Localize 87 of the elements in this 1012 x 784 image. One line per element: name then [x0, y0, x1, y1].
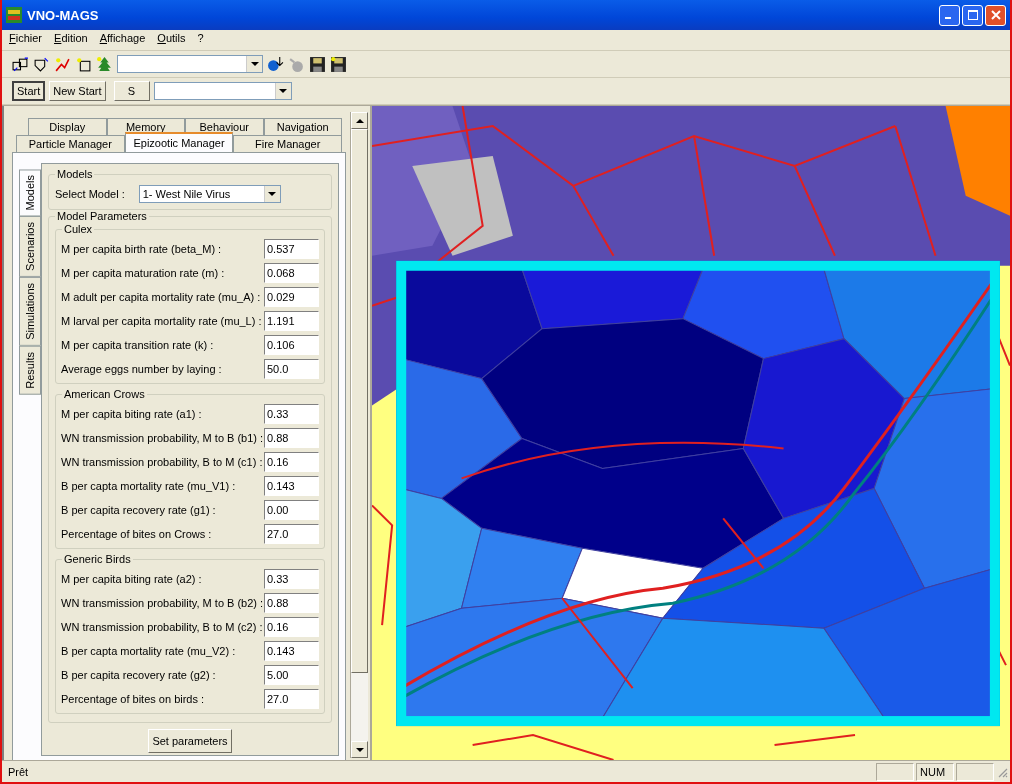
minimize-icon [945, 17, 951, 19]
parameter-input[interactable]: 0.16 [264, 617, 319, 637]
scroll-thumb[interactable] [351, 129, 368, 674]
run-combo-box[interactable] [153, 82, 292, 100]
tab[interactable]: Particle Manager [16, 135, 125, 152]
scroll-up-icon[interactable] [351, 112, 368, 129]
parameter-label: M per capita biting rate (a1) : [61, 408, 202, 420]
tab[interactable]: Fire Manager [233, 135, 342, 152]
group-title: Models [55, 168, 95, 180]
parameter-label: M per capita biting rate (a2) : [61, 573, 202, 585]
parameter-label: B per capita recovery rate (g2) : [61, 669, 216, 681]
parameter-input[interactable]: 0.33 [264, 404, 319, 424]
status-panel [876, 762, 914, 781]
status-text: Prêt [8, 765, 29, 778]
parameter-input[interactable]: 0.068 [264, 263, 319, 283]
maximize-button[interactable] [962, 4, 983, 26]
menu-item[interactable]: Outils [157, 32, 186, 50]
side-tab[interactable]: Scenarios [19, 216, 41, 278]
set-parameters-button[interactable]: Set parameters [148, 729, 232, 753]
group-title: Culex [62, 223, 95, 235]
parameter-input[interactable]: 0.029 [264, 287, 319, 307]
close-icon [990, 10, 1001, 20]
parameter-input[interactable]: 0.106 [264, 335, 319, 355]
parameter-input[interactable]: 0.537 [264, 239, 319, 259]
side-tab[interactable]: Models [19, 169, 41, 217]
parameter-input[interactable]: 0.143 [264, 641, 319, 661]
close-button[interactable] [985, 4, 1006, 26]
parameter-label: M adult per capita mortality rate (mu_A) : [61, 291, 261, 303]
side-tab[interactable]: Results [19, 346, 41, 395]
parameter-input[interactable]: 0.143 [264, 476, 319, 496]
model-select[interactable]: 1- West Nile Virus [138, 185, 281, 203]
group-title: Model Parameters [55, 210, 149, 222]
parameter-label: Average eggs number by laying : [61, 363, 222, 375]
save-icon[interactable] [309, 55, 326, 73]
parameter-input[interactable]: 0.33 [264, 569, 319, 589]
tab[interactable]: Navigation [263, 118, 342, 135]
parameter-label: Percentage of bites on Crows : [61, 528, 212, 540]
parameter-label: M per capita birth rate (beta_M) : [61, 243, 222, 255]
parameter-label: B per capta mortality rate (mu_V1) : [61, 480, 236, 492]
parameter-input[interactable]: 1.191 [264, 311, 319, 331]
parameter-input[interactable]: 0.00 [264, 500, 319, 520]
parameter-label: B per capita recovery rate (g1) : [61, 504, 216, 516]
parameter-input[interactable]: 50.0 [264, 359, 319, 379]
parameter-input[interactable]: 0.88 [264, 428, 319, 448]
parameter-input[interactable]: 5.00 [264, 665, 319, 685]
app-logo-icon [6, 7, 22, 23]
shapes-arrows-icon[interactable] [12, 55, 29, 73]
field-label: Select Model : [55, 188, 125, 200]
line-draw-icon[interactable] [54, 55, 71, 73]
side-tab[interactable]: Simulations [19, 277, 41, 347]
menu-item[interactable]: Affichage [99, 32, 146, 50]
parameter-input[interactable]: 27.0 [264, 524, 319, 544]
parameter-label: Percentage of bites on birds : [61, 693, 205, 705]
parameter-label: WN transmission probability, M to B (b2) : [61, 597, 264, 609]
rectangle-draw-icon[interactable] [75, 55, 92, 73]
map-drawing[interactable] [372, 106, 1010, 760]
save-as-icon[interactable] [330, 55, 347, 73]
scroll-down-icon[interactable] [351, 741, 368, 758]
group-title: Generic Birds [62, 553, 133, 565]
minimize-button[interactable] [939, 4, 960, 26]
parameter-label: WN transmission probability, B to M (c2) : [61, 621, 263, 633]
tab[interactable]: Display [28, 118, 107, 135]
toolbar-button[interactable]: Start [12, 81, 46, 101]
group-title: American Crows [62, 388, 147, 400]
status-panel [956, 762, 994, 781]
menu-item[interactable]: Edition [54, 32, 88, 50]
globe-download-icon[interactable] [267, 55, 284, 73]
parameter-input[interactable]: 0.88 [264, 593, 319, 613]
tab[interactable]: Epizootic Manager [124, 132, 234, 152]
parameter-label: WN transmission probability, M to B (b1) : [61, 432, 264, 444]
parameter-label: B per capta mortality rate (mu_V2) : [61, 645, 236, 657]
parameter-label: M larval per capita mortality rate (mu_L) : [61, 315, 262, 327]
toolbar-button[interactable]: New Start [49, 81, 106, 101]
menu-item[interactable]: ? [197, 32, 204, 50]
parameter-input[interactable]: 0.16 [264, 452, 319, 472]
window-title: VNO-MAGS [27, 7, 99, 23]
parameter-label: M per capita maturation rate (m) : [61, 267, 225, 279]
maximize-icon [967, 10, 978, 20]
parameter-label: WN transmission probability, B to M (c1) : [61, 456, 263, 468]
status-indicator: NUM [916, 762, 954, 781]
tree-icon[interactable] [96, 55, 113, 73]
menu-item[interactable]: Fichier [9, 32, 43, 50]
parameter-input[interactable]: 27.0 [264, 689, 319, 709]
shape-edit-icon[interactable] [33, 55, 50, 73]
toolbar-button[interactable]: S [113, 81, 150, 101]
parameter-label: M per capita transition rate (k) : [61, 339, 214, 351]
vertical-scrollbar[interactable] [350, 112, 368, 758]
